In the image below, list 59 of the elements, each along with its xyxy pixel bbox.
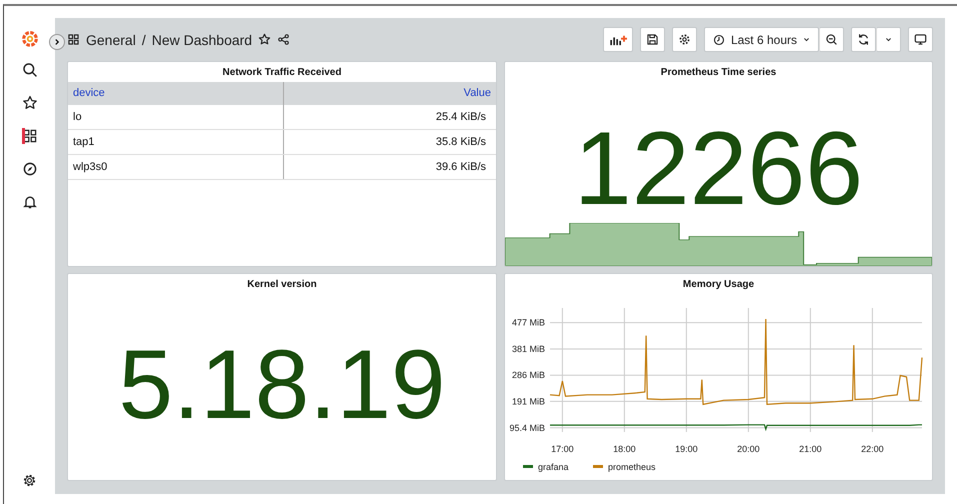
- refresh-icon: [857, 33, 870, 46]
- panel-title: Kernel version: [246, 278, 318, 292]
- star-icon[interactable]: [22, 94, 38, 110]
- refresh-button[interactable]: [851, 27, 876, 52]
- y-tick-label: 191 MiB: [512, 396, 545, 406]
- search-icon[interactable]: [22, 62, 38, 78]
- share-icon[interactable]: [277, 33, 290, 46]
- panel-title: Memory Usage: [682, 278, 756, 292]
- table-cell-text: tap1: [72, 135, 96, 150]
- save-button[interactable]: [640, 27, 665, 52]
- save-icon: [646, 33, 659, 46]
- star-icon[interactable]: [258, 33, 272, 46]
- breadcrumb-separator: /: [142, 32, 146, 48]
- x-tick-label: 22:00: [861, 444, 884, 454]
- legend-swatch: [523, 465, 533, 468]
- dashboards-icon: [67, 33, 80, 46]
- caret-icon: [885, 36, 892, 43]
- stat-value: 5.18.19: [118, 335, 446, 433]
- x-tick-label: 19:00: [675, 444, 698, 454]
- x-tick-label: 21:00: [799, 444, 822, 454]
- stat-value: 12266: [574, 117, 864, 221]
- bell-icon[interactable]: [22, 194, 38, 210]
- legend-label[interactable]: grafana: [538, 462, 569, 472]
- caret-icon: [803, 36, 810, 43]
- y-tick-label: 95.4 MiB: [509, 422, 545, 433]
- panel-title: Prometheus Time series: [660, 66, 778, 80]
- table-cell: 39.6 KiB/s: [283, 155, 496, 179]
- y-tick-label: 477 MiB: [512, 318, 545, 328]
- settings-icon: [678, 33, 691, 46]
- time-picker-button[interactable]: Last 6 hours: [704, 27, 819, 52]
- y-tick-label: 286 MiB: [512, 370, 545, 380]
- folder-link[interactable]: General: [86, 32, 136, 48]
- clock-icon: [712, 34, 725, 46]
- chevron-icon: [53, 38, 61, 46]
- add-chart-icon: [608, 34, 627, 46]
- zoom-out-icon: [825, 33, 838, 46]
- table-cell: 25.4 KiB/s: [283, 105, 496, 129]
- settings-button[interactable]: [672, 27, 697, 52]
- tv-mode-button[interactable]: [908, 27, 933, 52]
- compass-icon[interactable]: [22, 160, 38, 176]
- column-header[interactable]: Value: [283, 82, 496, 105]
- legend-swatch: [593, 465, 603, 468]
- column-header[interactable]: device: [68, 82, 283, 105]
- x-tick-label: 18:00: [613, 444, 636, 454]
- legend-label[interactable]: prometheus: [608, 462, 656, 472]
- logo-icon[interactable]: [20, 29, 38, 47]
- zoom-out-button[interactable]: [819, 27, 844, 52]
- expand-button[interactable]: [49, 34, 65, 50]
- table-cell-text: lo: [72, 110, 83, 125]
- y-tick-label: 381 MiB: [512, 344, 545, 354]
- monitor-icon: [914, 33, 927, 46]
- x-tick-label: 17:00: [551, 444, 574, 454]
- add-panel-button[interactable]: [602, 27, 633, 52]
- table-cell-text: wlp3s0: [72, 160, 108, 175]
- table-cell: 35.8 KiB/s: [283, 130, 496, 154]
- dashboard-title: New Dashboard: [152, 32, 252, 48]
- settings-icon[interactable]: [22, 473, 37, 488]
- x-tick-label: 20:00: [737, 444, 760, 454]
- panel-title: Network Traffic Received: [222, 66, 342, 80]
